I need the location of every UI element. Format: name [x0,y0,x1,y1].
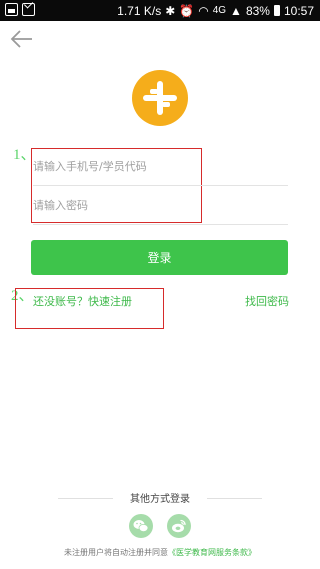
bluetooth-icon: ✱ [165,3,176,18]
password-input[interactable] [33,187,288,223]
network-speed: 1.71 K/s [117,3,162,18]
wechat-login-button[interactable] [129,514,153,538]
terms-prefix: 未注册用户将自动注册并同意 [64,548,168,557]
arrow-left-icon [10,30,32,48]
divider-right [207,498,262,499]
wifi-icon: ◠ [198,3,209,18]
terms-link[interactable]: 《医学教育网服务条款》 [168,548,256,557]
login-button[interactable]: 登录 [31,240,288,275]
register-link[interactable]: 还没账号？快速注册 [33,293,132,309]
wechat-icon [133,520,149,532]
notification-icons [5,3,35,18]
back-button[interactable] [8,26,36,52]
account-input[interactable] [33,148,288,184]
clock: 10:57 [283,3,314,18]
weibo-login-button[interactable] [167,514,191,538]
image-notification-icon [5,3,18,16]
input-divider [33,185,288,186]
network-type: 4G [212,5,227,16]
battery-percent: 83% [245,3,270,18]
weibo-icon [172,519,186,533]
status-indicators: 1.71 K/s ✱ ⏰ ◠ 4G ▲ 83% 10:57 [117,2,314,19]
terms-notice: 未注册用户将自动注册并同意《医学教育网服务条款》 [0,547,320,558]
battery-icon [273,5,280,16]
app-logo [132,70,188,126]
other-login-header: 其他方式登录 [58,490,262,506]
medical-cross-icon [143,81,177,115]
signal-icon: ▲ [230,3,242,18]
alarm-icon: ⏰ [179,3,195,18]
input-divider [33,224,288,225]
status-bar: 1.71 K/s ✱ ⏰ ◠ 4G ▲ 83% 10:57 [0,0,320,21]
forgot-password-link[interactable]: 找回密码 [245,293,289,309]
message-notification-icon [22,3,35,16]
